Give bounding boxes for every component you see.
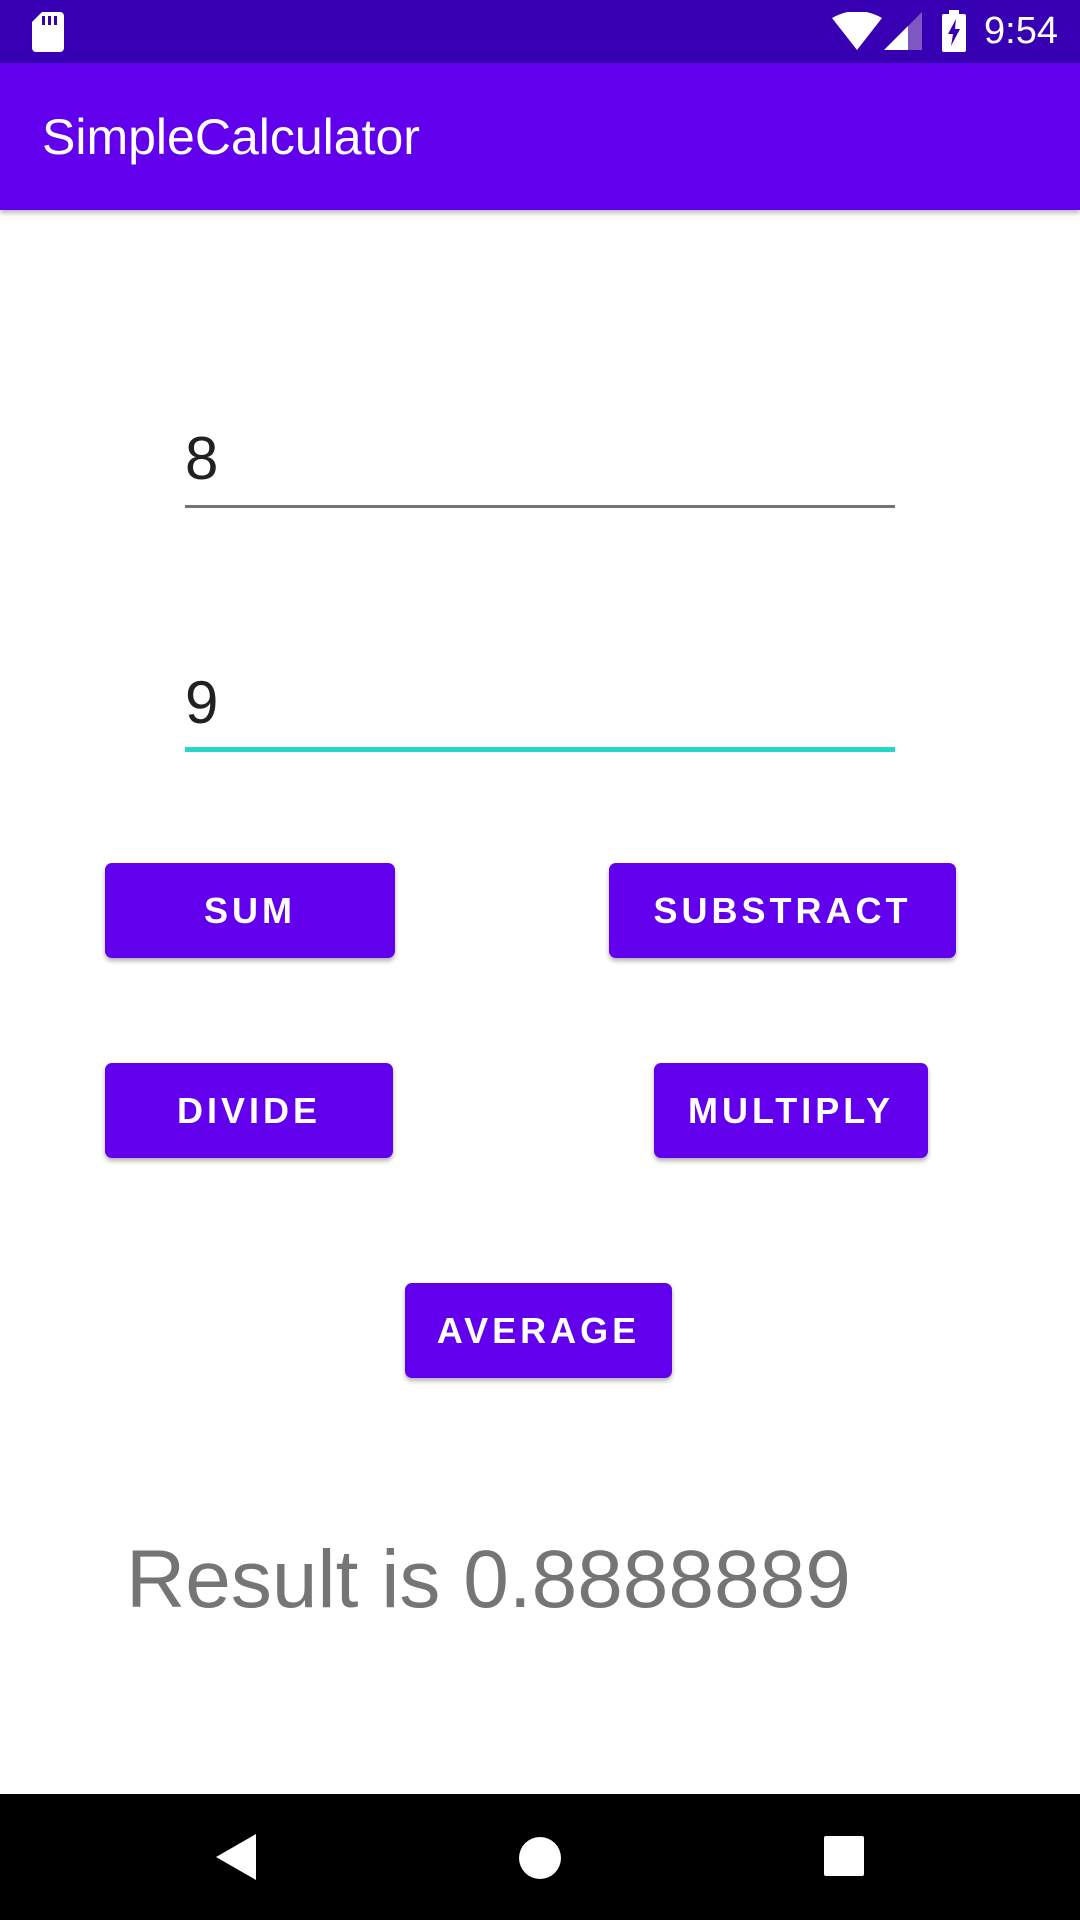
app-bar: SimpleCalculator <box>0 63 1080 210</box>
navigation-bar <box>0 1794 1080 1920</box>
substract-button[interactable]: SUBSTRACT <box>609 863 956 958</box>
wifi-icon <box>832 12 882 50</box>
recents-icon[interactable] <box>824 1836 864 1876</box>
back-icon[interactable] <box>216 1834 256 1880</box>
signal-icon <box>884 12 922 50</box>
second-number-underline <box>185 747 895 752</box>
battery-charging-icon <box>942 10 966 52</box>
home-icon[interactable] <box>518 1836 562 1880</box>
status-bar: 9:54 <box>0 0 1080 63</box>
app-title: SimpleCalculator <box>42 109 420 165</box>
first-number-input[interactable] <box>185 418 895 498</box>
first-number-underline <box>185 505 895 508</box>
divide-button[interactable]: DIVIDE <box>105 1063 393 1158</box>
sd-card-icon <box>32 12 64 52</box>
second-number-field[interactable] <box>185 662 895 752</box>
average-button[interactable]: AVERAGE <box>405 1283 672 1378</box>
second-number-input[interactable] <box>185 662 895 742</box>
result-text: Result is 0.8888889 <box>126 1534 851 1625</box>
first-number-field[interactable] <box>185 418 895 508</box>
multiply-button[interactable]: MULTIPLY <box>654 1063 928 1158</box>
sum-button[interactable]: SUM <box>105 863 395 958</box>
status-time: 9:54 <box>984 10 1058 52</box>
